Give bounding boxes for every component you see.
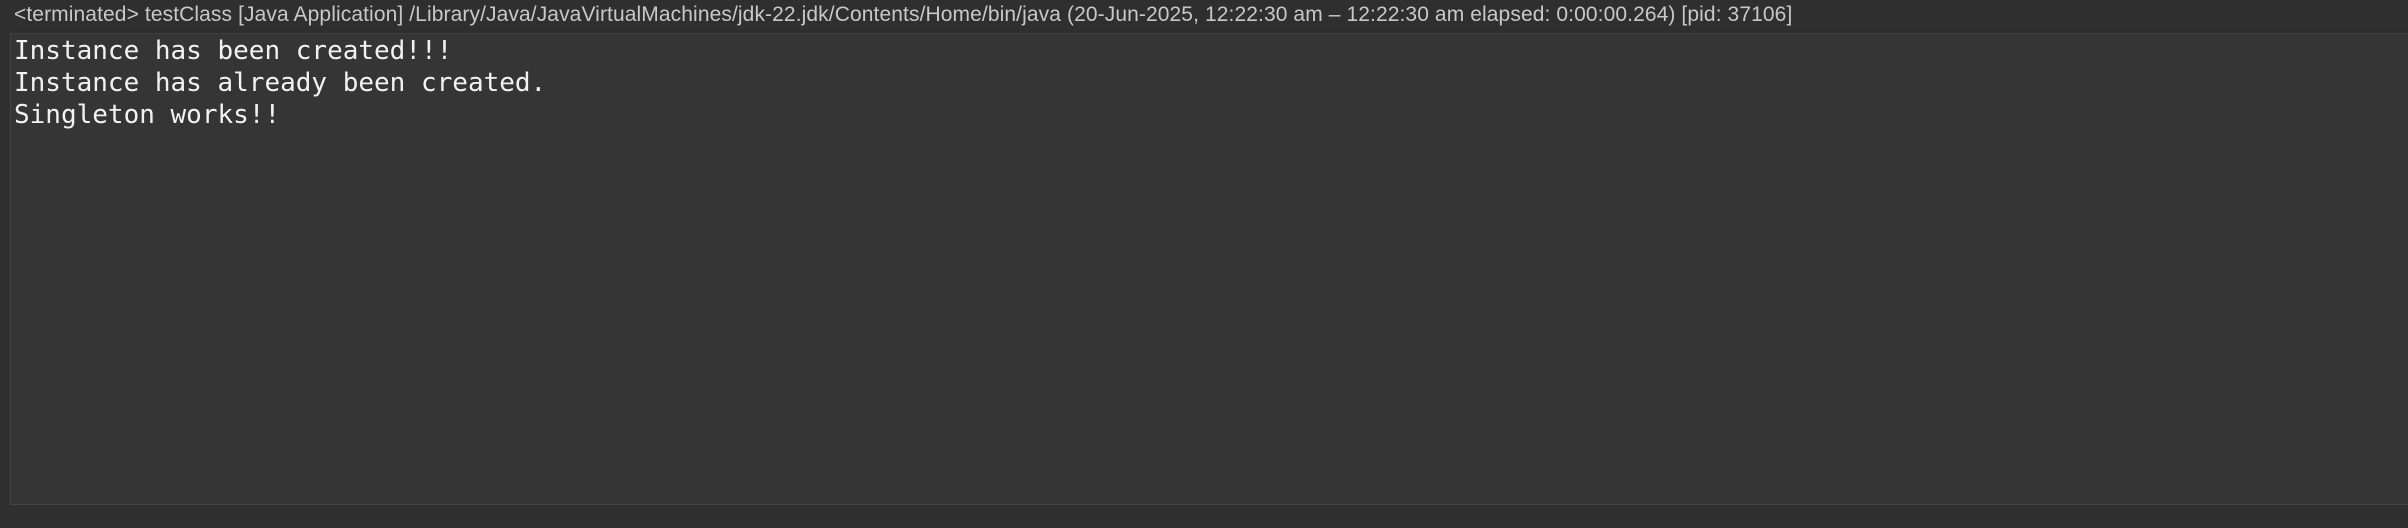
console-output-line: Instance has been created!!! [14,36,453,66]
console-output-lines: Instance has been created!!! Instance ha… [11,34,2408,131]
console-output-area[interactable]: Instance has been created!!! Instance ha… [10,33,2408,505]
console-output-line: Instance has already been created. [14,68,547,98]
console-left-gutter [0,30,10,528]
console-bottom-strip [10,505,2408,528]
console-process-header: <terminated> testClass [Java Application… [0,0,2408,30]
console-view: <terminated> testClass [Java Application… [0,0,2408,528]
console-output-line: Singleton works!! [14,100,281,130]
